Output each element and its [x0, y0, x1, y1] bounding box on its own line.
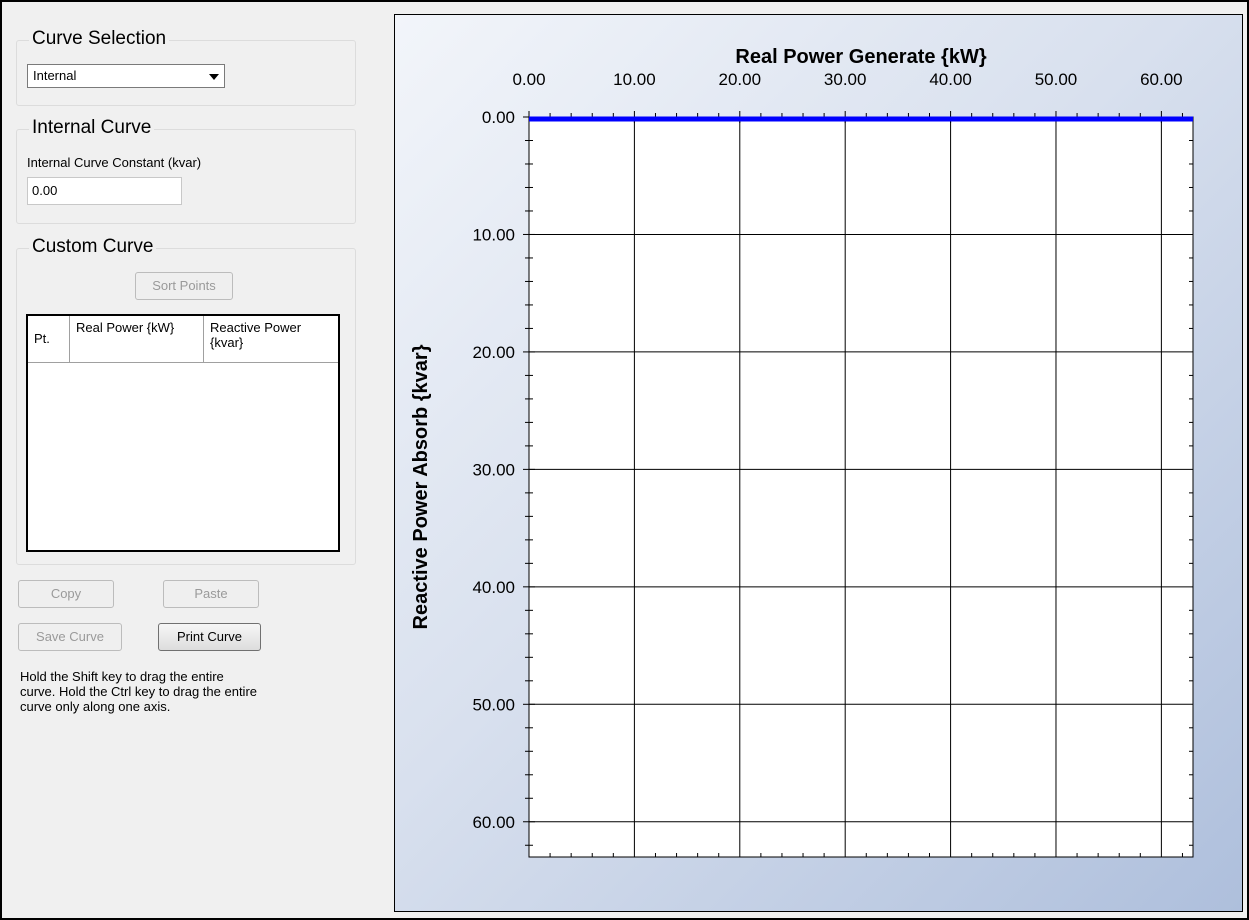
custom-curve-title: Custom Curve — [29, 236, 157, 258]
y-tick-label: 0.00 — [482, 108, 515, 127]
table-header: Pt. Real Power {kW} Reactive Power {kvar… — [28, 316, 338, 363]
x-tick-label: 20.00 — [719, 70, 762, 89]
copy-button[interactable]: Copy — [18, 580, 114, 608]
column-header-pt[interactable]: Pt. — [28, 316, 70, 362]
y-tick-label: 10.00 — [472, 225, 515, 244]
plot-area — [528, 116, 1194, 858]
sort-points-button[interactable]: Sort Points — [135, 272, 233, 300]
y-axis-title: Reactive Power Absorb {kvar} — [410, 344, 432, 629]
curve-selection-dropdown[interactable]: Internal — [27, 64, 225, 88]
curve-chart[interactable]: 0.00 10.00 20.00 30.00 40.00 50.00 60.00 0.00 10… — [395, 15, 1242, 911]
x-tick-label: 30.00 — [824, 70, 867, 89]
internal-curve-title: Internal Curve — [29, 117, 155, 139]
column-header-real-power[interactable]: Real Power {kW} — [70, 316, 204, 362]
curve-selection-value: Internal — [33, 68, 77, 83]
x-tick-label: 40.00 — [929, 70, 972, 89]
y-tick-label: 30.00 — [472, 460, 515, 479]
y-tick-label: 20.00 — [472, 343, 515, 362]
paste-button[interactable]: Paste — [163, 580, 259, 608]
internal-curve-constant-input[interactable]: 0.00 — [27, 177, 182, 205]
x-tick-label: 50.00 — [1035, 70, 1078, 89]
x-tick-label: 0.00 — [512, 70, 545, 89]
window-frame: Curve Selection Internal Internal Curve … — [0, 0, 1249, 920]
drag-help-text: Hold the Shift key to drag the entire cu… — [20, 669, 258, 714]
x-axis-title: Real Power Generate {kW} — [735, 46, 986, 68]
column-header-reactive-power[interactable]: Reactive Power {kvar} — [204, 316, 338, 362]
x-tick-label: 60.00 — [1140, 70, 1183, 89]
x-tick-label: 10.00 — [613, 70, 656, 89]
print-curve-button[interactable]: Print Curve — [158, 623, 261, 651]
save-curve-button[interactable]: Save Curve — [18, 623, 122, 651]
custom-curve-points-table[interactable]: Pt. Real Power {kW} Reactive Power {kvar… — [26, 314, 340, 552]
chart-panel: 0.00 10.00 20.00 30.00 40.00 50.00 60.00 0.00 10… — [394, 14, 1243, 912]
y-tick-label: 50.00 — [472, 695, 515, 714]
curve-selection-title: Curve Selection — [29, 28, 170, 50]
chevron-down-icon — [209, 74, 219, 80]
internal-curve-constant-label: Internal Curve Constant (kvar) — [27, 155, 202, 170]
y-tick-label: 40.00 — [472, 578, 515, 597]
y-tick-label: 60.00 — [472, 813, 515, 832]
